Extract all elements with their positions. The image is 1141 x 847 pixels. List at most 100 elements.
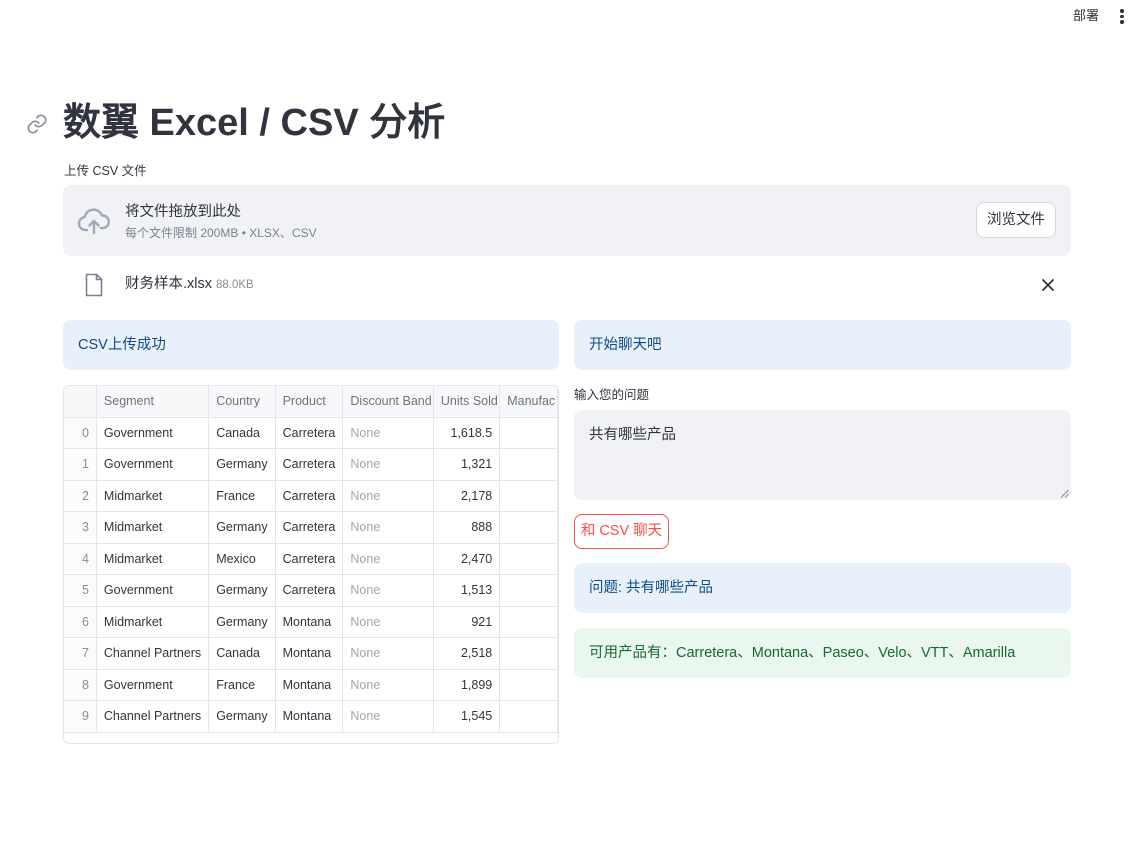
units-sold-cell[interactable]: 1,618.5	[433, 417, 501, 449]
segment-cell[interactable]: Channel Partners	[96, 700, 210, 733]
country-cell[interactable]: Germany	[208, 700, 276, 733]
segment-cell[interactable]: Midmarket	[96, 511, 210, 544]
close-icon[interactable]	[1039, 276, 1057, 294]
table-row[interactable]: 4 Midmarket Mexico Carretera None 2,470	[64, 543, 558, 575]
app-header: 部署	[0, 0, 1141, 32]
table-row[interactable]: 2 Midmarket France Carretera None 2,178	[64, 480, 558, 512]
table-row[interactable]: 9 Channel Partners Germany Montana None 1,545	[64, 700, 558, 733]
column-header-units-sold[interactable]: Units Sold	[433, 386, 501, 418]
segment-cell[interactable]: Midmarket	[96, 480, 210, 512]
manufacturing-cell[interactable]	[499, 637, 558, 670]
product-cell[interactable]: Carretera	[275, 480, 344, 512]
row-index-cell[interactable]: 7	[64, 637, 97, 670]
units-sold-cell[interactable]: 888	[433, 511, 501, 544]
segment-cell[interactable]: Midmarket	[96, 543, 210, 575]
discount-band-cell[interactable]: None	[342, 417, 434, 449]
table-header-row: Segment Country Product Discount Band Un…	[64, 386, 558, 418]
chat-with-csv-button[interactable]: 和 CSV 聊天	[574, 514, 669, 549]
table-row[interactable]: 5 Government Germany Carretera None 1,513	[64, 574, 558, 607]
units-sold-cell[interactable]: 1,321	[433, 448, 501, 481]
row-index-cell[interactable]: 2	[64, 480, 97, 512]
segment-cell[interactable]: Government	[96, 574, 210, 607]
file-dropzone[interactable]: 将文件拖放到此处 每个文件限制 200MB • XLSX、CSV 浏览文件	[63, 185, 1071, 256]
page-title: 数翼 Excel / CSV 分析	[63, 102, 446, 144]
product-cell[interactable]: Montana	[275, 669, 344, 701]
link-icon[interactable]	[26, 113, 48, 135]
column-header-product[interactable]: Product	[275, 386, 344, 418]
product-cell[interactable]: Carretera	[275, 448, 344, 481]
table-row[interactable]: 7 Channel Partners Canada Montana None 2,518	[64, 637, 558, 670]
country-cell[interactable]: Mexico	[208, 543, 276, 575]
data-table[interactable]: Segment Country Product Discount Band Un…	[63, 385, 559, 744]
discount-band-cell[interactable]: None	[342, 606, 434, 638]
segment-cell[interactable]: Government	[96, 417, 210, 449]
column-header-segment[interactable]: Segment	[96, 386, 210, 418]
units-sold-cell[interactable]: 2,470	[433, 543, 501, 575]
manufacturing-cell[interactable]	[499, 574, 558, 607]
country-cell[interactable]: Canada	[208, 417, 276, 449]
units-sold-cell[interactable]: 1,513	[433, 574, 501, 607]
discount-band-cell[interactable]: None	[342, 669, 434, 701]
manufacturing-cell[interactable]	[499, 480, 558, 512]
segment-cell[interactable]: Government	[96, 669, 210, 701]
units-sold-cell[interactable]: 1,545	[433, 700, 501, 733]
row-index-cell[interactable]: 6	[64, 606, 97, 638]
column-header-manufacturing[interactable]: Manufac	[499, 386, 558, 418]
manufacturing-cell[interactable]	[499, 700, 558, 733]
country-cell[interactable]: France	[208, 480, 276, 512]
segment-cell[interactable]: Channel Partners	[96, 637, 210, 670]
product-cell[interactable]: Carretera	[275, 574, 344, 607]
product-cell[interactable]: Carretera	[275, 417, 344, 449]
question-input-label: 输入您的问题	[574, 388, 650, 402]
row-index-cell[interactable]: 3	[64, 511, 97, 544]
discount-band-cell[interactable]: None	[342, 700, 434, 733]
country-cell[interactable]: France	[208, 669, 276, 701]
row-index-cell[interactable]: 1	[64, 448, 97, 481]
country-cell[interactable]: Germany	[208, 511, 276, 544]
table-row[interactable]: 8 Government France Montana None 1,899	[64, 669, 558, 701]
product-cell[interactable]: Montana	[275, 606, 344, 638]
discount-band-cell[interactable]: None	[342, 448, 434, 481]
units-sold-cell[interactable]: 1,899	[433, 669, 501, 701]
country-cell[interactable]: Canada	[208, 637, 276, 670]
row-index-cell[interactable]: 9	[64, 700, 97, 733]
discount-band-cell[interactable]: None	[342, 637, 434, 670]
row-index-cell[interactable]: 4	[64, 543, 97, 575]
product-cell[interactable]: Montana	[275, 700, 344, 733]
question-input[interactable]: 共有哪些产品	[574, 410, 1071, 500]
table-row[interactable]: 3 Midmarket Germany Carretera None 888	[64, 511, 558, 544]
product-cell[interactable]: Montana	[275, 637, 344, 670]
discount-band-cell[interactable]: None	[342, 543, 434, 575]
manufacturing-cell[interactable]	[499, 417, 558, 449]
manufacturing-cell[interactable]	[499, 669, 558, 701]
country-cell[interactable]: Germany	[208, 606, 276, 638]
row-index-cell[interactable]: 8	[64, 669, 97, 701]
row-index-cell[interactable]: 5	[64, 574, 97, 607]
country-cell[interactable]: Germany	[208, 448, 276, 481]
discount-band-cell[interactable]: None	[342, 574, 434, 607]
column-header-country[interactable]: Country	[208, 386, 276, 418]
product-cell[interactable]: Carretera	[275, 511, 344, 544]
vertical-ellipsis-icon[interactable]	[1114, 7, 1130, 25]
deploy-button[interactable]: 部署	[1068, 7, 1104, 25]
discount-band-cell[interactable]: None	[342, 480, 434, 512]
units-sold-cell[interactable]: 2,518	[433, 637, 501, 670]
segment-cell[interactable]: Midmarket	[96, 606, 210, 638]
segment-cell[interactable]: Government	[96, 448, 210, 481]
table-row[interactable]: 6 Midmarket Germany Montana None 921	[64, 606, 558, 638]
country-cell[interactable]: Germany	[208, 574, 276, 607]
resize-grip-icon[interactable]	[1060, 489, 1069, 498]
units-sold-cell[interactable]: 921	[433, 606, 501, 638]
row-index-cell[interactable]: 0	[64, 417, 97, 449]
discount-band-cell[interactable]: None	[342, 511, 434, 544]
manufacturing-cell[interactable]	[499, 606, 558, 638]
product-cell[interactable]: Carretera	[275, 543, 344, 575]
units-sold-cell[interactable]: 2,178	[433, 480, 501, 512]
table-row[interactable]: 1 Government Germany Carretera None 1,321	[64, 448, 558, 481]
manufacturing-cell[interactable]	[499, 511, 558, 544]
browse-files-button[interactable]: 浏览文件	[976, 202, 1056, 238]
manufacturing-cell[interactable]	[499, 543, 558, 575]
manufacturing-cell[interactable]	[499, 448, 558, 481]
table-row[interactable]: 0 Government Canada Carretera None 1,618.5	[64, 417, 558, 449]
column-header-discount-band[interactable]: Discount Band	[342, 386, 434, 418]
